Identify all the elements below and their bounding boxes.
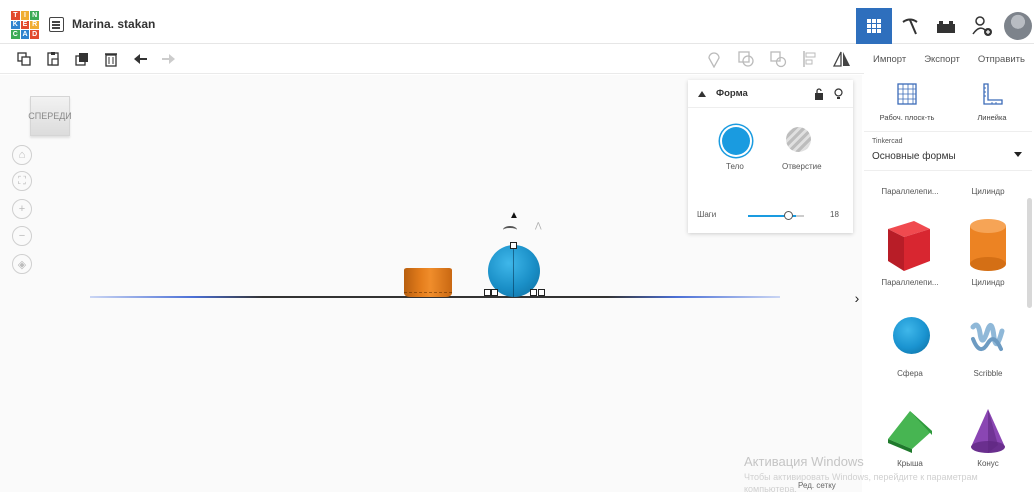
library-selector[interactable]: Tinkercad Основные формы — [864, 131, 1032, 171]
shape-label[interactable]: Конус — [948, 459, 1028, 468]
steps-slider-rest — [796, 215, 804, 217]
windows-activation-text: компьютера. — [744, 484, 797, 492]
hole-label: Отверстие — [782, 162, 822, 171]
import-button[interactable]: Импорт — [870, 50, 909, 69]
orthographic-view-icon[interactable]: ◈ — [12, 254, 32, 274]
steps-label: Шаги — [697, 210, 717, 219]
workplane-label: Рабоч. плоск-ть — [879, 113, 935, 122]
workplane-tool[interactable]: Рабоч. плоск-ть — [872, 81, 942, 122]
cone-icon[interactable] — [968, 407, 1008, 455]
shapes-panel-scrollbar[interactable] — [1027, 198, 1032, 308]
sphere-icon[interactable] — [893, 317, 930, 354]
duplicate-icon[interactable] — [72, 49, 92, 69]
file-actions: Импорт Экспорт Отправить — [864, 44, 1034, 74]
send-button[interactable]: Отправить — [975, 50, 1028, 69]
workplane-icon — [894, 81, 920, 107]
steps-value: 18 — [830, 210, 839, 219]
lock-icon[interactable] — [814, 87, 824, 100]
hole-option[interactable] — [786, 127, 811, 152]
logo-letter: T — [11, 11, 20, 20]
logo-letter: N — [30, 11, 39, 20]
shape-label[interactable]: Крыша — [870, 459, 950, 468]
design-list-icon[interactable] — [49, 17, 64, 32]
resize-handle[interactable] — [538, 289, 545, 296]
dropdown-caret-icon — [1014, 152, 1022, 157]
delete-icon[interactable] — [101, 49, 121, 69]
rotate-marker-icon: ⋀ — [535, 221, 542, 230]
ruler-tool[interactable]: Линейка — [957, 81, 1027, 122]
logo-letter: D — [30, 30, 39, 39]
solid-option[interactable] — [722, 127, 750, 155]
rotate-handle-icon[interactable] — [503, 226, 517, 234]
add-user-button[interactable] — [964, 8, 1000, 44]
mirror-icon[interactable] — [832, 49, 852, 69]
group-icon[interactable] — [736, 49, 756, 69]
inspector-header[interactable]: Форма — [688, 80, 853, 108]
shape-label[interactable]: Цилиндр — [948, 187, 1028, 196]
shape-label[interactable]: Параллелепи... — [870, 278, 950, 287]
library-category: Tinkercad — [872, 138, 903, 145]
grid-view-icon — [867, 19, 881, 33]
resize-handle[interactable] — [491, 289, 498, 296]
height-handle[interactable] — [510, 242, 517, 249]
top-right-controls — [856, 8, 1034, 44]
design-title[interactable]: Marina. stakan — [72, 17, 155, 31]
bricks-button[interactable] — [928, 8, 964, 44]
bricks-icon — [937, 21, 955, 33]
windows-activation-title: Активация Windows — [744, 454, 864, 469]
shape-label[interactable]: Цилиндр — [948, 278, 1028, 287]
paste-icon[interactable] — [43, 49, 63, 69]
edit-toolbar — [0, 44, 864, 74]
user-avatar[interactable] — [1004, 12, 1032, 40]
windows-activation-text: Чтобы активировать Windows, перейдите к … — [744, 472, 978, 482]
logo-letter: K — [11, 20, 20, 30]
shape-label[interactable]: Сфера — [870, 369, 950, 378]
scribble-icon[interactable] — [968, 319, 1006, 359]
steps-slider-knob[interactable] — [784, 211, 793, 220]
zoom-in-icon[interactable]: + — [12, 199, 32, 219]
note-icon[interactable] — [704, 49, 724, 69]
library-name: Основные формы — [872, 151, 956, 162]
solid-label: Тело — [726, 162, 744, 171]
export-button[interactable]: Экспорт — [921, 50, 963, 69]
logo-letter: A — [20, 30, 30, 39]
shape-inspector: Форма Тело Отверстие Шаги 18 — [688, 80, 853, 233]
box-icon[interactable] — [884, 215, 934, 273]
resize-handle[interactable] — [484, 289, 491, 296]
view-cube[interactable]: СПЕРЕДИ — [28, 96, 72, 136]
roof-icon[interactable] — [884, 407, 936, 453]
home-view-icon[interactable]: ⌂ — [12, 145, 32, 165]
grid-view-button[interactable] — [856, 8, 892, 44]
copy-icon[interactable] — [14, 49, 34, 69]
cylinder-shape[interactable] — [404, 268, 452, 297]
add-user-icon — [972, 16, 992, 36]
ruler-label: Линейка — [977, 113, 1007, 122]
logo-letter: I — [20, 11, 30, 20]
zoom-out-icon[interactable]: − — [12, 226, 32, 246]
cylinder-icon[interactable] — [968, 218, 1008, 272]
redo-icon[interactable] — [159, 49, 179, 69]
resize-handle[interactable] — [530, 289, 537, 296]
shapes-panel: Рабоч. плоск-ть Линейка Tinkercad Основн… — [862, 75, 1034, 492]
top-bar: T I N K E R C A D Marina. stakan — [0, 0, 1034, 44]
pickaxe-icon — [902, 18, 918, 35]
edit-grid-button[interactable]: Ред. сетку — [798, 481, 836, 490]
inspector-title: Форма — [716, 88, 748, 99]
align-icon[interactable] — [800, 49, 820, 69]
collapse-icon[interactable] — [698, 90, 706, 97]
logo-letter: C — [11, 30, 20, 39]
logo-letter: R — [30, 20, 39, 30]
fit-view-icon[interactable]: ⛶ — [12, 171, 32, 191]
ruler-icon — [979, 81, 1005, 107]
tinker-button[interactable] — [892, 8, 928, 44]
lift-arrow-icon[interactable]: ▲ — [509, 210, 519, 221]
ungroup-icon[interactable] — [768, 49, 788, 69]
tinkercad-logo[interactable]: T I N K E R C A D — [11, 11, 39, 39]
undo-icon[interactable] — [130, 49, 150, 69]
shape-label[interactable]: Scribble — [948, 369, 1028, 378]
shape-label[interactable]: Параллелепи... — [870, 187, 950, 196]
light-bulb-icon[interactable] — [834, 87, 843, 100]
logo-letter: E — [20, 20, 30, 30]
